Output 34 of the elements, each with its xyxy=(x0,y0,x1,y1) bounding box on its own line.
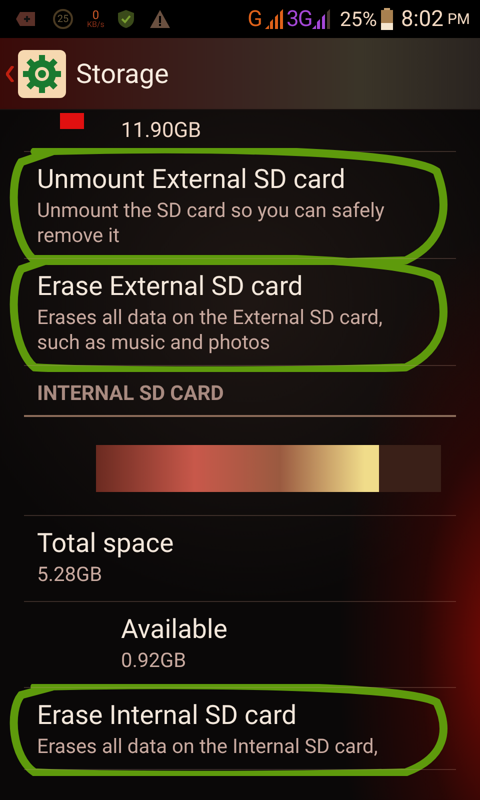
clock-time: 8:02 xyxy=(401,6,444,32)
notification-count: 25 xyxy=(53,9,73,29)
shield-check-icon xyxy=(118,10,134,28)
preference-item[interactable]: Unmount External SD card Unmount the SD card so you can safely remove it xyxy=(24,152,456,259)
preference-summary: 5.28GB xyxy=(37,562,104,587)
speed-value: 0 xyxy=(92,9,100,21)
preference-item[interactable]: Erase Internal SD card Erases all data on the Internal SD card, xyxy=(24,688,456,770)
preference-item[interactable]: Erase External SD card Erases all data on the External SD card, such as music and photos xyxy=(24,259,456,366)
warning-icon xyxy=(150,10,170,28)
section-header: INTERNAL SD CARD xyxy=(24,366,456,417)
signal-icon xyxy=(264,9,285,29)
preference-item[interactable]: Total space 5.28GB xyxy=(24,516,456,602)
network-type: G xyxy=(248,6,263,32)
preference-summary: Erases all data on the External SD card, such as music and photos xyxy=(37,305,384,355)
preference-summary: 0.92GB xyxy=(121,648,188,673)
back-caret-icon xyxy=(6,66,14,82)
signal-icon xyxy=(312,9,332,29)
preference-summary: Unmount the SD card so you can safely remove it xyxy=(37,198,386,248)
clock-ampm: PM xyxy=(447,10,470,28)
gear-icon xyxy=(18,50,66,98)
preference-title: Total space xyxy=(37,528,175,560)
preference-title: Available xyxy=(121,614,228,646)
preference-title: Erase External SD card xyxy=(37,271,304,303)
network-type: 3G xyxy=(286,6,312,32)
screen-title: Storage xyxy=(76,58,169,90)
preference-summary: Erases all data on the Internal SD card, xyxy=(37,734,379,759)
battery-icon xyxy=(381,8,394,30)
preference-title: Erase Internal SD card xyxy=(37,700,298,732)
speed-unit: KB/s xyxy=(87,21,104,29)
preference-title: Unmount External SD card xyxy=(37,164,346,196)
used-size: 11.90GB xyxy=(121,118,202,142)
preference-item[interactable]: Available 0.92GB xyxy=(24,602,456,688)
battery-saver-icon xyxy=(16,11,36,27)
battery-percent: 25% xyxy=(340,7,378,31)
